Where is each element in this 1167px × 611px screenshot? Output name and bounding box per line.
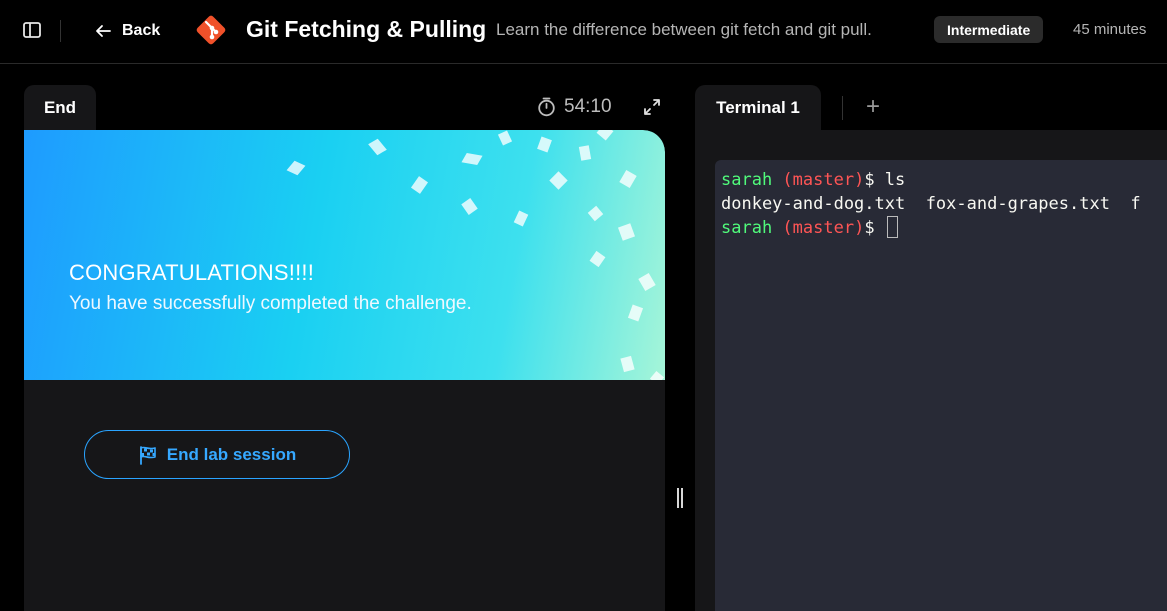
terminal-output: donkey-and-dog.txt fox-and-grapes.txt f	[721, 194, 1141, 214]
congratulations-message: You have successfully completed the chal…	[69, 293, 472, 314]
confetti-piece	[617, 223, 636, 241]
header-divider	[60, 20, 61, 42]
page-subtitle: Learn the difference between git fetch a…	[496, 20, 872, 39]
confetti-piece	[461, 153, 483, 165]
duration-label: 45 minutes	[1073, 21, 1147, 38]
tab-end[interactable]: End	[24, 85, 96, 130]
sidebar-toggle-icon[interactable]	[22, 20, 42, 40]
confetti-piece	[497, 130, 513, 146]
congratulations-heading: CONGRATULATIONS!!!!	[69, 260, 315, 285]
confetti-piece	[368, 138, 387, 156]
back-button[interactable]: Back	[94, 18, 160, 44]
confetti-piece	[619, 169, 637, 189]
prompt-symbol: $	[864, 218, 885, 238]
confetti-piece	[461, 198, 478, 215]
end-lab-session-button[interactable]: End lab session	[84, 430, 350, 479]
confetti-piece	[410, 176, 429, 194]
challenge-panel: CONGRATULATIONS!!!! You have successfull…	[24, 130, 665, 611]
prompt-user: sarah	[721, 170, 773, 190]
tab-terminal-1[interactable]: Terminal 1	[695, 85, 821, 130]
confetti-piece	[286, 160, 306, 176]
git-logo	[196, 15, 226, 45]
confetti-piece	[589, 250, 606, 268]
prompt-symbol: $	[864, 170, 885, 190]
confetti-piece	[587, 205, 604, 222]
terminal-line: sarah (master)$	[721, 216, 898, 240]
panel-resize-handle[interactable]	[676, 488, 684, 508]
back-label: Back	[122, 22, 161, 39]
confetti-piece	[549, 171, 568, 190]
arrow-left-icon	[96, 25, 111, 37]
confetti-piece	[537, 136, 552, 153]
timer: 54:10	[537, 96, 612, 118]
timer-text: 54:10	[564, 96, 612, 117]
confetti-piece	[596, 130, 614, 141]
terminal-line: sarah (master)$ ls	[721, 168, 905, 192]
expand-icon[interactable]	[643, 98, 661, 116]
confetti-piece	[513, 210, 529, 227]
end-lab-session-label: End lab session	[166, 444, 297, 464]
prompt-branch: (master)	[772, 170, 865, 190]
confetti-piece	[638, 272, 656, 292]
terminal-cursor	[886, 216, 898, 238]
prompt-branch: (master)	[772, 218, 865, 238]
confetti-piece	[627, 304, 644, 322]
terminal-tab-divider	[842, 96, 843, 120]
level-badge: Intermediate	[934, 16, 1044, 43]
add-terminal-button[interactable]: +	[866, 95, 880, 119]
command-text: ls	[884, 170, 906, 190]
prompt-user: sarah	[721, 218, 773, 238]
page-title: Git Fetching & Pulling	[246, 16, 487, 42]
confetti-piece	[649, 370, 665, 380]
top-bar: Back Git Fetching & Pulling Learn the di…	[0, 0, 1167, 64]
confetti-piece	[620, 355, 635, 373]
checkered-flag-icon	[139, 445, 156, 465]
terminal-screen[interactable]: sarah (master)$ ls donkey-and-dog.txt fo…	[715, 160, 1167, 611]
confetti-piece	[578, 145, 592, 161]
congratulations-banner: CONGRATULATIONS!!!! You have successfull…	[24, 130, 665, 380]
stopwatch-icon	[538, 97, 555, 117]
